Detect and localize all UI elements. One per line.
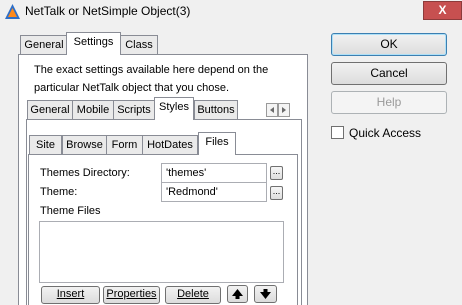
title-bar: NetTalk or NetSimple Object(3) X bbox=[0, 0, 462, 24]
tab-buttons[interactable]: Buttons bbox=[194, 100, 238, 120]
close-button[interactable]: X bbox=[423, 1, 462, 20]
move-up-icon bbox=[232, 289, 243, 299]
scroll-left-icon bbox=[270, 107, 274, 113]
window-title: NetTalk or NetSimple Object(3) bbox=[25, 4, 191, 18]
delete-button[interactable]: Delete bbox=[165, 286, 221, 304]
theme-files-list[interactable] bbox=[39, 221, 284, 283]
theme-files-label: Theme Files bbox=[40, 205, 101, 217]
scroll-right-icon bbox=[282, 107, 286, 113]
quick-access-label: Quick Access bbox=[349, 126, 422, 140]
quick-access-checkbox[interactable] bbox=[331, 126, 344, 139]
themes-directory-lookup-button[interactable]: ... bbox=[270, 166, 283, 180]
themes-directory-field[interactable]: 'themes' bbox=[161, 163, 267, 183]
move-down-button[interactable] bbox=[254, 285, 277, 303]
tab-scroll-right-button[interactable] bbox=[278, 103, 290, 117]
tab-browse[interactable]: Browse bbox=[62, 135, 107, 155]
tab-site[interactable]: Site bbox=[29, 135, 62, 155]
ok-button[interactable]: OK bbox=[331, 33, 447, 56]
tab-mobile[interactable]: Mobile bbox=[72, 100, 114, 120]
themes-directory-label: Themes Directory: bbox=[40, 167, 130, 179]
properties-button[interactable]: Properties bbox=[103, 286, 160, 304]
tab-general[interactable]: General bbox=[20, 35, 68, 55]
move-up-button[interactable] bbox=[227, 285, 248, 303]
tab-files[interactable]: Files bbox=[198, 132, 236, 155]
move-down-icon bbox=[260, 289, 271, 299]
theme-lookup-button[interactable]: ... bbox=[270, 186, 283, 200]
tab-hotdates[interactable]: HotDates bbox=[142, 135, 198, 155]
description-line-1: The exact settings available here depend… bbox=[34, 64, 269, 76]
insert-button[interactable]: Insert bbox=[41, 286, 100, 304]
tab-mid-general[interactable]: General bbox=[27, 100, 73, 120]
tab-scroll-left-button[interactable] bbox=[266, 103, 278, 117]
tab-settings[interactable]: Settings bbox=[66, 32, 121, 55]
cancel-button[interactable]: Cancel bbox=[331, 62, 447, 85]
tab-scripts[interactable]: Scripts bbox=[113, 100, 155, 120]
close-icon: X bbox=[438, 3, 447, 17]
tab-class[interactable]: Class bbox=[120, 35, 158, 55]
tab-styles[interactable]: Styles bbox=[154, 97, 194, 120]
help-button[interactable]: Help bbox=[331, 91, 447, 114]
theme-label: Theme: bbox=[40, 186, 78, 198]
description-line-2: particular NetTalk object that you chose… bbox=[34, 82, 230, 94]
theme-field[interactable]: 'Redmond' bbox=[161, 182, 267, 202]
tab-form[interactable]: Form bbox=[106, 135, 143, 155]
app-icon bbox=[5, 4, 20, 19]
